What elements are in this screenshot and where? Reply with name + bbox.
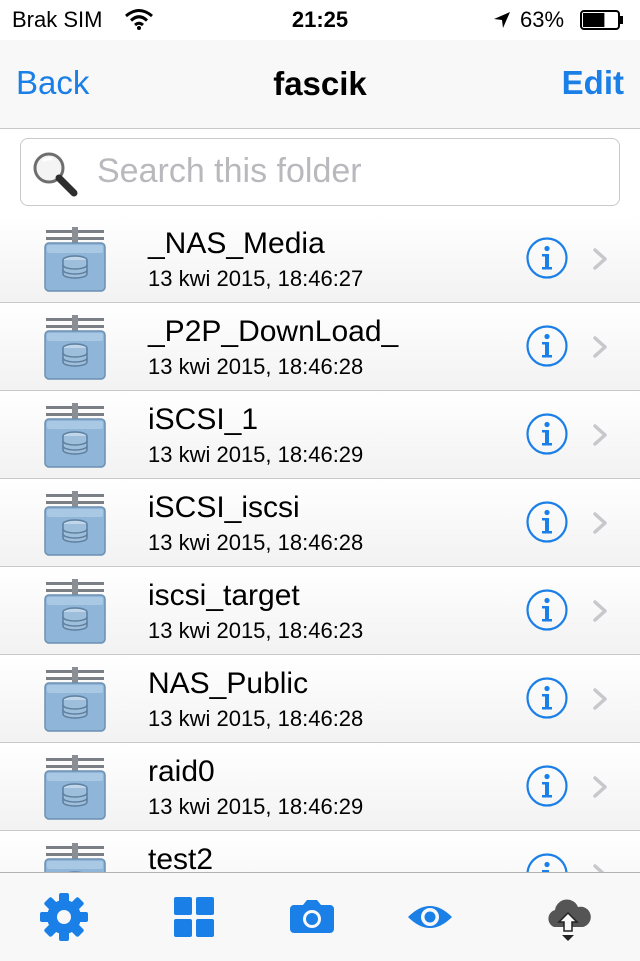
item-date: 13 kwi 2015, 18:46:28	[148, 530, 364, 555]
search-input[interactable]	[97, 151, 597, 191]
info-icon[interactable]	[526, 501, 568, 543]
list-item[interactable]: iSCSI_1 13 kwi 2015, 18:46:29	[0, 391, 640, 479]
list-item[interactable]: NAS_Public 13 kwi 2015, 18:46:28	[0, 655, 640, 743]
network-folder-icon	[44, 315, 106, 380]
item-date: 13 kwi 2015, 18:46:23	[148, 618, 364, 643]
list-item[interactable]: iscsi_target 13 kwi 2015, 18:46:23	[0, 567, 640, 655]
item-name: _NAS_Media	[148, 227, 325, 260]
item-date: 13 kwi 2015, 18:46:29	[148, 794, 364, 819]
network-folder-icon	[44, 843, 106, 872]
list-item[interactable]: raid0 13 kwi 2015, 18:46:29	[0, 743, 640, 831]
status-bar: Brak SIM 21:25 63%	[0, 0, 640, 40]
item-date: 13 kwi 2015, 18:46:27	[148, 266, 364, 291]
list-item[interactable]: _NAS_Media 13 kwi 2015, 18:46:27	[0, 215, 640, 303]
item-name: iscsi_target	[148, 579, 300, 612]
camera-icon[interactable]	[286, 891, 338, 943]
network-folder-icon	[44, 491, 106, 556]
battery-icon	[580, 10, 623, 30]
item-name: NAS_Public	[148, 667, 309, 700]
network-folder-icon	[44, 403, 106, 468]
cloud-download-icon[interactable]	[542, 891, 594, 943]
item-name: iSCSI_1	[148, 403, 259, 436]
chevron-right-icon	[593, 776, 607, 798]
edit-button[interactable]: Edit	[562, 64, 624, 102]
list-item[interactable]: test2	[0, 831, 640, 872]
grid-icon[interactable]	[168, 891, 220, 943]
info-icon[interactable]	[526, 765, 568, 807]
search-bar	[0, 129, 640, 215]
item-date: 13 kwi 2015, 18:46:29	[148, 442, 364, 467]
chevron-right-icon	[593, 424, 607, 446]
navigation-bar: Back fascik Edit	[0, 40, 640, 129]
info-icon[interactable]	[526, 677, 568, 719]
tab-bar	[0, 872, 640, 961]
search-icon	[33, 152, 78, 197]
chevron-right-icon	[593, 600, 607, 622]
info-icon[interactable]	[526, 325, 568, 367]
info-icon[interactable]	[526, 853, 568, 872]
battery-percent: 63%	[520, 7, 565, 32]
folder-list: _NAS_Media 13 kwi 2015, 18:46:27 _P2P_Do…	[0, 215, 640, 872]
item-date: 13 kwi 2015, 18:46:28	[148, 706, 364, 731]
gear-icon[interactable]	[38, 891, 90, 943]
item-name: raid0	[148, 755, 215, 788]
network-folder-icon	[44, 227, 106, 292]
search-field[interactable]	[20, 138, 620, 206]
chevron-right-icon	[593, 688, 607, 710]
item-name: _P2P_DownLoad_	[148, 315, 399, 348]
chevron-right-icon	[593, 512, 607, 534]
info-icon[interactable]	[526, 237, 568, 279]
network-folder-icon	[44, 755, 106, 820]
chevron-right-icon	[593, 248, 607, 270]
location-arrow-icon	[494, 12, 510, 28]
info-icon[interactable]	[526, 413, 568, 455]
network-folder-icon	[44, 579, 106, 644]
list-item[interactable]: iSCSI_iscsi 13 kwi 2015, 18:46:28	[0, 479, 640, 567]
chevron-right-icon	[593, 864, 605, 872]
eye-icon[interactable]	[404, 891, 456, 943]
page-title: fascik	[273, 65, 367, 102]
info-icon[interactable]	[526, 589, 568, 631]
item-date: 13 kwi 2015, 18:46:28	[148, 354, 364, 379]
item-name: iSCSI_iscsi	[148, 491, 300, 524]
list-item[interactable]: _P2P_DownLoad_ 13 kwi 2015, 18:46:28	[0, 303, 640, 391]
chevron-right-icon	[593, 336, 607, 358]
item-name: test2	[148, 843, 214, 872]
network-folder-icon	[44, 667, 106, 732]
